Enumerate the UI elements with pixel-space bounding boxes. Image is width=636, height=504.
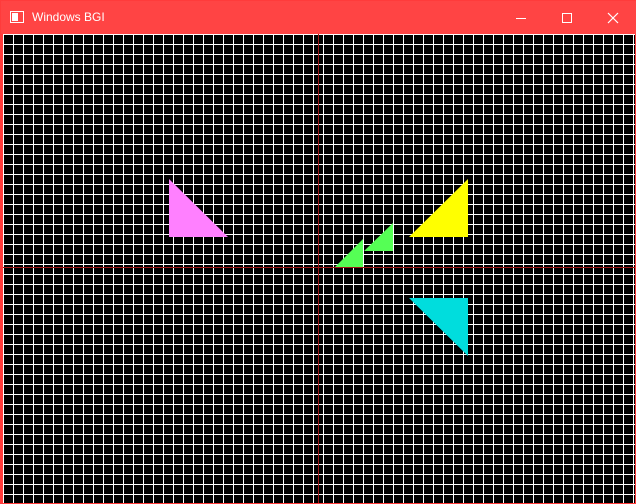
- drawing-canvas[interactable]: [3, 34, 635, 503]
- close-icon: [607, 12, 619, 23]
- minimize-icon: [516, 17, 526, 19]
- close-button[interactable]: [590, 1, 636, 34]
- minimize-button[interactable]: [498, 1, 544, 34]
- triangle-green-small: [335, 239, 363, 267]
- triangle-cyan: [409, 298, 468, 356]
- maximize-button[interactable]: [544, 1, 590, 34]
- app-window: Windows BGI: [0, 0, 636, 504]
- maximize-icon: [562, 12, 572, 23]
- triangle-yellow: [409, 179, 468, 237]
- window-title: Windows BGI: [32, 10, 105, 24]
- canvas-svg: [3, 34, 635, 503]
- triangle-magenta: [169, 179, 228, 237]
- app-icon: [10, 11, 24, 23]
- triangle-green: [364, 223, 393, 251]
- title-bar[interactable]: Windows BGI: [1, 1, 636, 34]
